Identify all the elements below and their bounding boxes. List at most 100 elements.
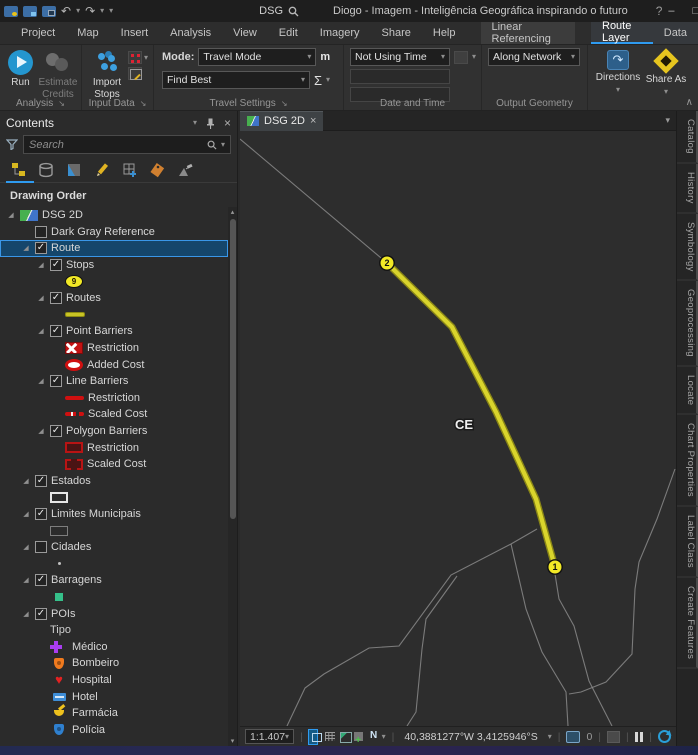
north-arrow-dropdown-icon[interactable]: ▾ <box>382 733 386 741</box>
panel-tab-catalog[interactable]: Catalog <box>677 111 698 164</box>
redo-icon[interactable]: ↷ <box>85 5 95 17</box>
yline-symbol[interactable] <box>65 312 85 317</box>
panel-tab-history[interactable]: History <box>677 164 698 214</box>
dot-symbol[interactable] <box>58 562 61 565</box>
scroll-up-icon[interactable]: ▴ <box>228 208 237 216</box>
layer-checkbox[interactable]: ✓ <box>35 574 47 586</box>
legend-farm-cia[interactable]: Farmácia <box>0 705 228 722</box>
ribbon-tab-route-layer[interactable]: Route Layer <box>591 22 653 44</box>
close-map-tab-icon[interactable]: × <box>310 115 316 127</box>
contents-scrollbar[interactable]: ▴ ▾ <box>228 207 237 746</box>
layer-estados[interactable]: ◢✓Estados <box>0 473 228 490</box>
list-by-editing-icon[interactable] <box>94 162 112 179</box>
panel-tab-symbology[interactable]: Symbology <box>677 214 698 282</box>
snapping-icon[interactable] <box>607 731 620 743</box>
legend-scaled-cost[interactable]: Scaled Cost <box>0 456 228 473</box>
layer-cidades[interactable]: ◢Cidades <box>0 539 228 556</box>
expander-icon[interactable]: ◢ <box>6 211 16 219</box>
medico-symbol[interactable] <box>50 641 68 653</box>
expander-icon[interactable]: ◢ <box>36 327 46 335</box>
panel-tab-geoprocessing[interactable]: Geoprocessing <box>677 281 698 367</box>
list-by-source-icon[interactable] <box>38 162 56 179</box>
hotel-symbol[interactable] <box>50 693 68 701</box>
layer-polygon-barriers[interactable]: ◢✓Polygon Barriers <box>0 423 228 440</box>
layer-checkbox[interactable]: ✓ <box>35 242 47 254</box>
ribbon-tab-help[interactable]: Help <box>422 22 467 44</box>
legend-tipo[interactable]: Tipo <box>0 622 228 639</box>
legend-added-cost[interactable]: Added Cost <box>0 356 228 373</box>
panel-menu-icon[interactable]: ▾ <box>193 119 197 127</box>
stopcircle-symbol[interactable] <box>65 275 83 288</box>
ribbon-tab-linear-referencing[interactable]: Linear Referencing <box>481 22 576 44</box>
expander-icon[interactable]: ◢ <box>21 610 31 618</box>
layer-checkbox[interactable] <box>35 226 47 238</box>
explore-tool-icon[interactable] <box>309 730 318 744</box>
search-input[interactable] <box>29 139 203 151</box>
layer-pois[interactable]: ◢✓POIs <box>0 605 228 622</box>
reddash-symbol[interactable] <box>65 412 84 416</box>
run-button[interactable]: Run <box>4 48 37 100</box>
wsq-symbol[interactable] <box>50 492 68 503</box>
list-by-snapping-icon[interactable] <box>122 162 140 179</box>
legend-bombeiro[interactable]: Bombeiro <box>0 655 228 672</box>
layer-dark-gray-reference[interactable]: Dark Gray Reference <box>0 224 228 241</box>
minimize-button[interactable]: – <box>668 5 674 17</box>
tab-list-icon[interactable]: ▾ <box>665 115 676 126</box>
open-project-icon[interactable] <box>23 6 37 17</box>
dreddash-symbol[interactable] <box>65 459 83 470</box>
mapthumb-symbol[interactable] <box>20 210 38 221</box>
layer-route[interactable]: ◢✓Route <box>0 240 228 257</box>
input-data-launcher-icon[interactable]: ↘ <box>140 99 147 108</box>
ribbon-tab-data[interactable]: Data <box>653 22 698 44</box>
layer-checkbox[interactable]: ✓ <box>35 608 47 620</box>
legend-pol-cia[interactable]: Polícia <box>0 721 228 738</box>
map-canvas[interactable]: CE21 <box>240 131 676 726</box>
layer-checkbox[interactable]: ✓ <box>50 259 62 271</box>
search-icon[interactable] <box>207 140 217 150</box>
output-geometry-dropdown[interactable]: Along Network▾ <box>488 48 580 66</box>
hospital-symbol[interactable] <box>50 674 68 685</box>
save-project-icon[interactable] <box>42 6 56 17</box>
legend-stopcircle[interactable] <box>0 273 228 290</box>
help-icon[interactable]: ? <box>656 5 663 17</box>
list-by-perspective-icon[interactable] <box>178 162 196 179</box>
ribbon-tab-insert[interactable]: Insert <box>110 22 160 44</box>
layer-checkbox[interactable]: ✓ <box>50 425 62 437</box>
expander-icon[interactable]: ◢ <box>36 427 46 435</box>
layer-point-barriers[interactable]: ◢✓Point Barriers <box>0 323 228 340</box>
layer-line-barriers[interactable]: ◢✓Line Barriers <box>0 373 228 390</box>
map-scale-dropdown[interactable]: 1:1.407▾ <box>245 729 294 744</box>
gsq-symbol[interactable] <box>50 526 68 536</box>
redx-symbol[interactable] <box>65 342 83 354</box>
route-line[interactable] <box>387 263 555 567</box>
import-stops-button[interactable]: Import Stops <box>86 48 128 100</box>
add-data-icon[interactable] <box>352 730 361 744</box>
layer-stops[interactable]: ◢✓Stops <box>0 257 228 274</box>
ribbon-tab-view[interactable]: View <box>222 22 268 44</box>
attribute-table-icon[interactable] <box>323 730 332 744</box>
bombeiro-symbol[interactable] <box>50 658 68 669</box>
ribbon-tab-share[interactable]: Share <box>371 22 422 44</box>
layer-checkbox[interactable]: ✓ <box>50 375 62 387</box>
ribbon-tab-project[interactable]: Project <box>10 22 66 44</box>
panel-tab-label-class[interactable]: Label Class <box>677 507 698 578</box>
farmacia-symbol[interactable] <box>50 710 68 716</box>
policia-symbol[interactable] <box>50 724 68 735</box>
expander-icon[interactable]: ◢ <box>21 543 31 551</box>
legend-scaled-cost[interactable]: Scaled Cost <box>0 406 228 423</box>
list-by-labeling-icon[interactable] <box>150 162 168 179</box>
north-arrow-icon[interactable] <box>367 730 376 744</box>
date-field[interactable] <box>350 69 450 84</box>
legend-teal[interactable] <box>0 589 228 606</box>
undo-icon[interactable]: ↶ <box>61 5 71 17</box>
legend-gsq[interactable] <box>0 522 228 539</box>
ribbon-tab-edit[interactable]: Edit <box>268 22 309 44</box>
selection-tool-icon[interactable] <box>566 731 580 743</box>
legend-dot[interactable] <box>0 555 228 572</box>
estimate-credits-button[interactable]: Estimate Credits <box>37 48 79 100</box>
expander-icon[interactable]: ◢ <box>21 576 31 584</box>
time-usage-dropdown[interactable]: Not Using Time▾ <box>350 48 450 66</box>
map-tab-dsg-2d[interactable]: DSG 2D × <box>240 111 323 131</box>
directions-button[interactable]: ↷ Directions ▾ <box>592 48 644 96</box>
travel-mode-dropdown[interactable]: Travel Mode▾ <box>198 48 316 66</box>
